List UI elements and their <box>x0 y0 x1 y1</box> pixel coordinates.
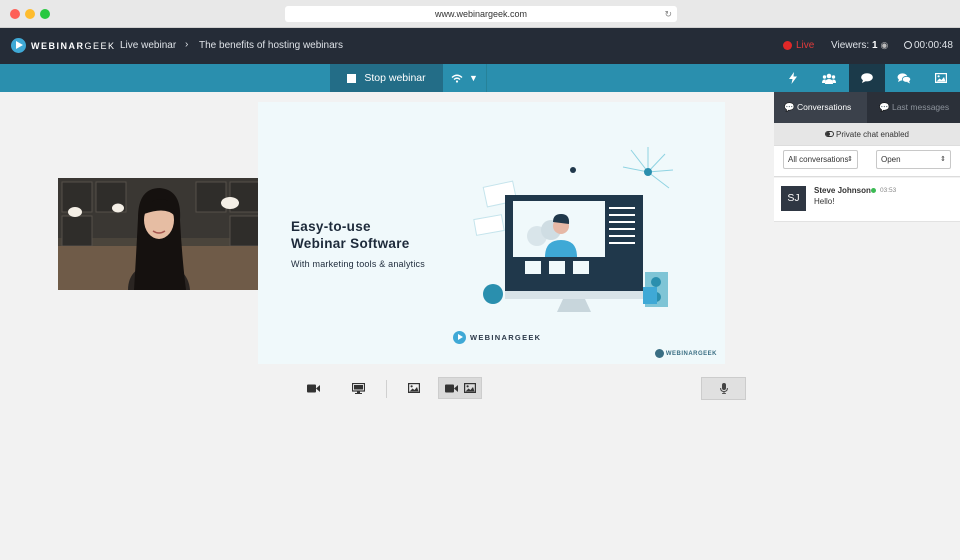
comment-icon: 💬 <box>879 102 890 112</box>
viewers-count: Viewers: 1 ◉ <box>831 40 889 51</box>
breadcrumb-separator: › <box>185 39 189 50</box>
logo-text: WEBINARGEEK <box>31 40 116 51</box>
minimize-window-button[interactable] <box>25 9 35 19</box>
select-arrows-icon: ⇕ <box>940 156 946 163</box>
lightning-icon[interactable] <box>775 64 811 92</box>
presentation-stage: Easy-to-use Webinar Software With market… <box>0 92 774 560</box>
slide-logo-play-icon <box>453 331 466 344</box>
maximize-window-button[interactable] <box>40 9 50 19</box>
slide-subtitle: With marketing tools & analytics <box>291 259 425 269</box>
controls-divider <box>386 380 387 398</box>
address-bar[interactable]: www.webinargeek.com ↻ <box>285 6 677 22</box>
status-filter-select[interactable]: Open ⇕ <box>876 150 951 169</box>
webcam-and-slides-layout-button[interactable] <box>438 377 482 399</box>
message-text: Hello! <box>814 197 835 206</box>
watermark-logo-icon <box>654 349 664 358</box>
image-icon <box>463 383 476 393</box>
webcam-only-layout-button[interactable] <box>300 377 326 399</box>
online-status-icon <box>871 188 876 193</box>
image-icon[interactable] <box>923 64 959 92</box>
private-chat-status[interactable]: Private chat enabled <box>774 123 960 146</box>
users-icon[interactable] <box>811 64 847 92</box>
conversations-filter-select[interactable]: All conversations ⇕ <box>783 150 858 169</box>
toggle-icon <box>825 131 835 137</box>
tab-conversations[interactable]: 💬 Conversations <box>774 92 867 123</box>
video-camera-icon <box>306 384 320 392</box>
chat-bubble-icon: 💬 <box>784 102 795 112</box>
logo-play-icon <box>11 38 26 53</box>
microphone-icon <box>719 383 728 394</box>
url-text: www.webinargeek.com <box>434 9 528 19</box>
breadcrumb-live-webinar[interactable]: Live webinar <box>120 40 176 51</box>
slides-only-layout-button[interactable] <box>401 377 427 399</box>
eye-icon: ◉ <box>880 40 889 50</box>
close-window-button[interactable] <box>10 9 20 19</box>
presenter-webcam-video <box>58 178 258 290</box>
avatar: SJ <box>781 186 806 211</box>
conversations-icon[interactable] <box>886 64 922 92</box>
tab-last-messages[interactable]: 💬 Last messages <box>867 92 960 123</box>
screenshare-layout-button[interactable] <box>345 377 371 399</box>
slide-logo: WEBINARGEEK <box>453 331 541 344</box>
reload-icon[interactable]: ↻ <box>664 6 672 22</box>
wifi-icon <box>451 74 463 83</box>
select-arrows-icon: ⇕ <box>847 156 853 163</box>
chat-sidebar: 💬 Conversations 💬 Last messages Private … <box>774 92 960 560</box>
monitor-icon <box>351 382 365 394</box>
chevron-down-icon: ▼ <box>469 73 478 83</box>
sender-name: Steve Johnson <box>814 186 871 195</box>
connection-dropdown[interactable]: ▼ <box>443 64 487 92</box>
message-time: 03:53 <box>880 187 897 194</box>
conversation-item[interactable]: SJ Steve Johnson 03:53 Hello! <box>774 178 960 222</box>
browser-chrome: www.webinargeek.com ↻ <box>0 0 960 28</box>
webinar-monitor-illustration <box>473 147 674 312</box>
clock-icon <box>904 41 912 49</box>
stop-webinar-button[interactable]: Stop webinar <box>330 64 443 92</box>
image-icon <box>408 383 420 393</box>
webinar-timer: 00:00:48 <box>904 40 953 51</box>
chat-icon[interactable] <box>849 64 885 92</box>
video-camera-icon <box>444 384 458 392</box>
webinar-toolbar: Stop webinar ▼ <box>0 64 960 92</box>
live-indicator-icon <box>783 41 792 50</box>
live-label: Live <box>796 40 815 51</box>
top-bar: WEBINARGEEK Live webinar › The benefits … <box>0 28 960 64</box>
breadcrumb-webinar-title: The benefits of hosting webinars <box>199 40 343 51</box>
presentation-slide: Easy-to-use Webinar Software With market… <box>258 102 725 364</box>
slide-title: Easy-to-use Webinar Software <box>291 219 410 251</box>
microphone-toggle-button[interactable] <box>701 377 746 400</box>
stop-icon <box>347 73 357 83</box>
logo[interactable]: WEBINARGEEK <box>11 38 116 53</box>
slide-watermark: WEBINARGEEK <box>654 349 717 358</box>
sidebar-tabs: 💬 Conversations 💬 Last messages <box>774 92 960 123</box>
